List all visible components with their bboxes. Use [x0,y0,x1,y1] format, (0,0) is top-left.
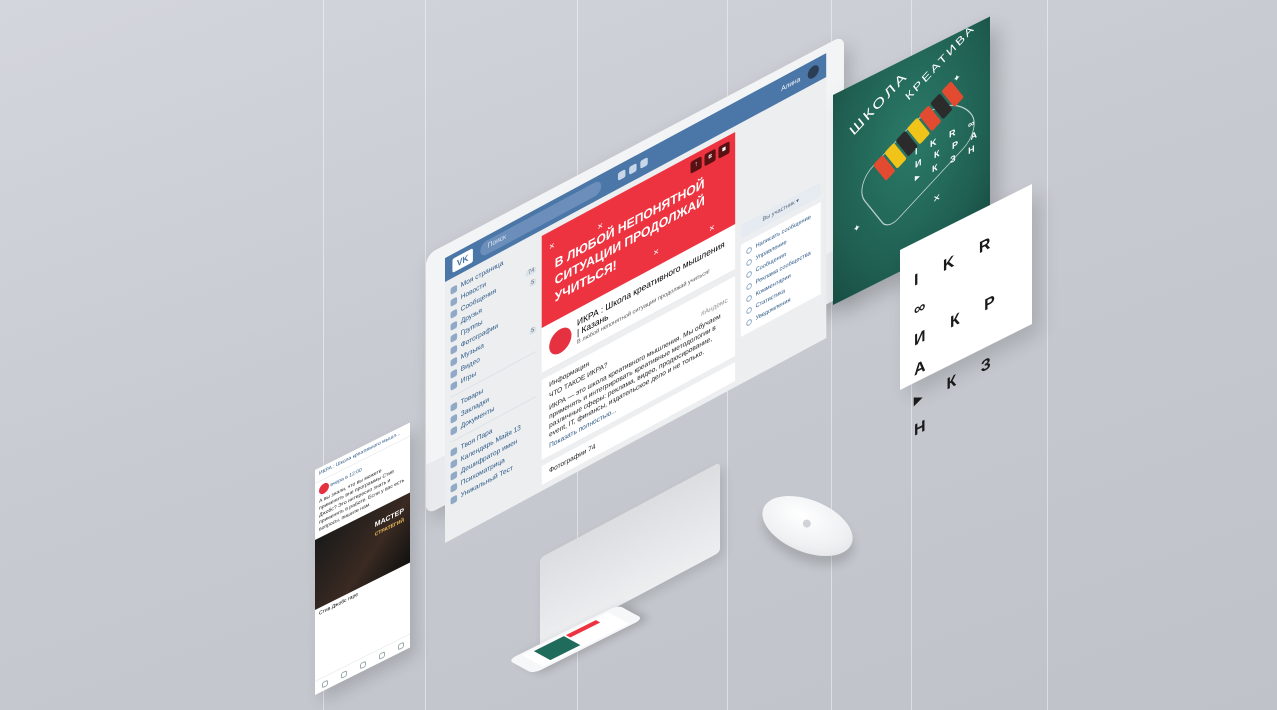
menu-icon[interactable] [397,641,404,651]
username[interactable]: Алина [781,76,800,93]
upload-icon[interactable]: ↑ [690,156,702,174]
photos-count: 74 [588,443,596,455]
message-icon [746,246,752,255]
bell-icon[interactable] [378,650,385,660]
poster-subtitle: КРЕАТИВА [903,21,978,103]
magic-mouse [753,484,862,568]
group-avatar[interactable] [549,322,572,359]
megaphone-icon [746,282,752,291]
comment-icon [746,294,752,303]
right-column: Вы участник ▾ Написать сообщение Управле… [740,86,821,378]
search-icon[interactable] [340,669,347,679]
sparkle-icon: ✕ [597,222,603,232]
play-icon[interactable] [640,157,648,169]
chart-icon [746,306,752,315]
chat-icon [746,270,752,279]
bell-icon [746,318,752,327]
left-menu: Моя страница Новости Сообщения 74 Друзья 5… [450,239,537,534]
bell-icon[interactable] [617,169,626,181]
mobile-screen: ИКРА : Школа креативного мышл... вчера в… [315,422,410,695]
document-icon [450,425,458,436]
star-icon: ✕ [933,191,941,205]
gamepad-icon [450,380,458,391]
star-icon: ✦ [853,221,861,235]
apple-logo-icon [801,518,813,529]
message-icon[interactable] [359,660,366,670]
app-icon [450,494,458,505]
sparkle-icon: ✕ [549,242,555,252]
news-icon[interactable] [321,679,328,689]
mobile-tabbar [315,633,410,695]
avatar[interactable] [807,63,819,81]
gear-icon [746,258,752,267]
crop-icon[interactable]: ⌗ [704,148,716,167]
music-icon[interactable] [629,163,637,175]
star-icon: ✦ [953,71,961,85]
sparkle-icon: ✕ [653,248,659,258]
poster-title: ШКОЛА [847,68,911,139]
vk-screen: VK Поиск Алина Моя страница Новости Сооб… [445,53,827,543]
guide-line [1047,0,1048,710]
trash-icon[interactable]: ■ [718,141,730,159]
